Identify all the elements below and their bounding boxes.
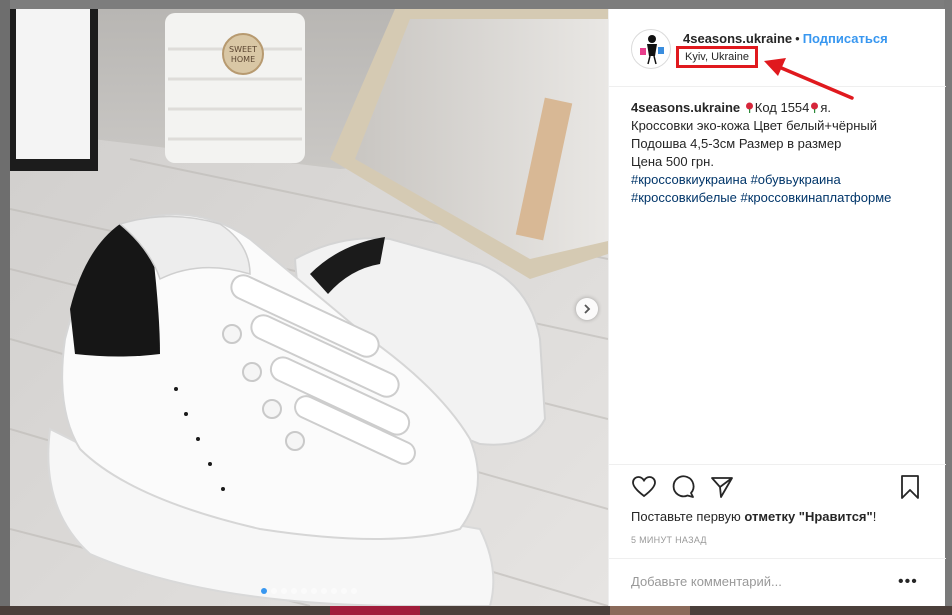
carousel-dot bbox=[341, 588, 347, 594]
carousel-dot bbox=[271, 588, 277, 594]
heart-icon[interactable] bbox=[631, 474, 657, 500]
backdrop-left bbox=[0, 0, 10, 615]
annotation-arrow-icon bbox=[764, 58, 854, 100]
svg-text:SWEET: SWEET bbox=[229, 45, 257, 54]
username-link[interactable]: 4seasons.ukraine bbox=[683, 31, 792, 46]
follow-button[interactable]: Подписаться bbox=[803, 31, 888, 46]
carousel-dot bbox=[351, 588, 357, 594]
bookmark-icon[interactable] bbox=[897, 474, 923, 500]
avatar-image bbox=[640, 35, 664, 65]
like-link[interactable]: отметку "Нравится" bbox=[744, 509, 872, 524]
carousel-dot bbox=[331, 588, 337, 594]
carousel-dot bbox=[301, 588, 307, 594]
caption-line: Подошва 4,5-3см Размер в размер bbox=[631, 136, 842, 151]
carousel-dot bbox=[291, 588, 297, 594]
sneakers-photo: SWEET HOME bbox=[10, 9, 608, 606]
carousel-dot bbox=[311, 588, 317, 594]
divider bbox=[609, 464, 946, 465]
likes-suffix: ! bbox=[872, 509, 877, 524]
hashtag-link[interactable]: #кроссовкибелые bbox=[631, 190, 737, 205]
backdrop-bottom bbox=[0, 606, 952, 615]
caption-line: Кроссовки эко-кожа Цвет белый+чёрный bbox=[631, 118, 877, 133]
carousel-dot bbox=[261, 588, 267, 594]
backdrop-right bbox=[944, 0, 952, 615]
post-timestamp[interactable]: 5 МИНУТ НАЗАД bbox=[631, 535, 707, 545]
comment-icon[interactable] bbox=[670, 474, 696, 500]
action-bar bbox=[631, 474, 926, 500]
carousel-dot bbox=[321, 588, 327, 594]
carousel-dot bbox=[281, 588, 287, 594]
likes-prefix: Поставьте первую bbox=[631, 509, 745, 524]
likes-text: Поставьте первую отметку "Нравится"! bbox=[631, 509, 876, 524]
separator-dot: • bbox=[795, 31, 800, 46]
hashtag-link[interactable]: #кроссовкиукраина bbox=[631, 172, 747, 187]
svg-text:HOME: HOME bbox=[231, 55, 255, 64]
carousel-dots bbox=[10, 588, 608, 594]
next-photo-button[interactable] bbox=[576, 298, 598, 320]
hashtag-link[interactable]: #обувьукраина bbox=[751, 172, 841, 187]
hashtag-link[interactable]: #кроссовкинаплатформе bbox=[741, 190, 892, 205]
avatar[interactable] bbox=[631, 29, 671, 69]
post-caption: 4seasons.ukraine Код 1554 я. Кроссовки эк… bbox=[631, 99, 931, 207]
more-options-button[interactable]: ••• bbox=[898, 573, 918, 591]
username-row: 4seasons.ukraine • Подписаться bbox=[683, 31, 888, 46]
comment-input[interactable]: Добавьте комментарий... bbox=[631, 574, 782, 589]
caption-username[interactable]: 4seasons.ukraine bbox=[631, 100, 740, 115]
share-icon[interactable] bbox=[709, 474, 735, 500]
location-link[interactable]: Kyiv, Ukraine bbox=[676, 46, 758, 68]
divider bbox=[609, 558, 946, 559]
chevron-right-icon bbox=[584, 304, 591, 314]
post-photo[interactable]: SWEET HOME bbox=[10, 9, 608, 606]
caption-line: Цена 500 грн. bbox=[631, 154, 714, 169]
